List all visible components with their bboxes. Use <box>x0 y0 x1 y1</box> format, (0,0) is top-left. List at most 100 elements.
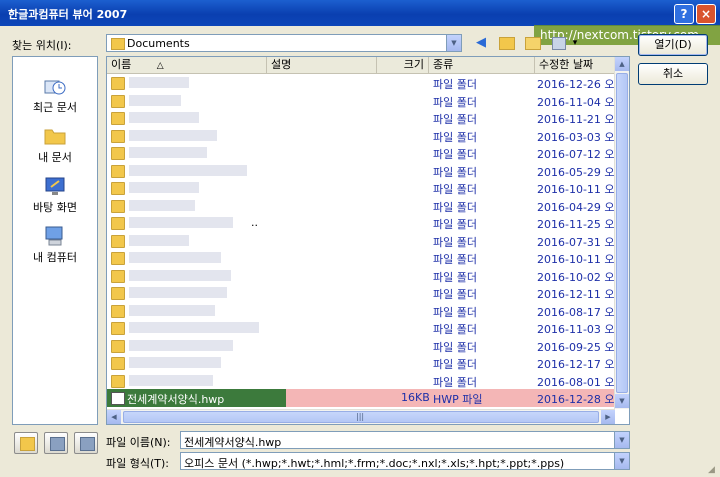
scroll-down-button[interactable]: ▼ <box>615 394 629 408</box>
filetype-value: 오피스 문서 (*.hwp;*.hwt;*.hml;*.frm;*.doc;*.… <box>184 457 565 470</box>
file-name-redacted <box>129 129 217 141</box>
scroll-up-button[interactable]: ▲ <box>615 57 629 71</box>
file-type: 파일 폴더 <box>433 253 477 266</box>
title-bar: 한글과컴퓨터 뷰어 2007 ? × <box>0 0 720 26</box>
file-date: 2016-05-29 오후 <box>537 165 625 179</box>
folder-icon <box>111 322 125 335</box>
back-arrow-icon[interactable]: ◀ <box>472 34 490 52</box>
column-size[interactable]: 크기 <box>377 57 429 73</box>
scroll-right-button[interactable]: ▶ <box>601 410 615 424</box>
my-computer-icon <box>43 225 67 247</box>
file-row[interactable]: .. 파일 폴더 2016-11-25 오후 <box>107 214 625 232</box>
file-date: 2016-09-25 오후 <box>537 340 625 354</box>
file-name-redacted <box>129 357 221 368</box>
file-type: 파일 폴더 <box>433 130 477 144</box>
filetype-select[interactable]: 오피스 문서 (*.hwp;*.hwt;*.hml;*.frm;*.doc;*.… <box>180 452 630 470</box>
file-list[interactable]: 이름 △ 설명 크기 종류 수정한 날짜 파일 폴더 2016-12-26 오후 파… <box>106 56 630 425</box>
file-row[interactable]: 파일 폴더 2016-10-11 오후 <box>107 249 625 267</box>
file-type: 파일 폴더 <box>433 95 477 109</box>
file-name-redacted <box>129 182 199 193</box>
folder-icon <box>111 199 125 213</box>
folder-icon <box>111 269 125 283</box>
up-folder-icon[interactable] <box>498 34 516 52</box>
folder-icon <box>111 182 125 195</box>
folder-icon <box>111 374 125 388</box>
open-button[interactable]: 열기(D) <box>638 34 708 56</box>
place-recent-documents[interactable]: 최근 문서 <box>13 75 97 115</box>
remove-place-button[interactable] <box>74 432 98 454</box>
recent-documents-icon <box>43 75 67 97</box>
file-row[interactable]: 파일 폴더 2016-04-29 오후 <box>107 197 625 215</box>
desktop-icon <box>43 175 67 197</box>
location-combo[interactable]: Documents ▼ <box>106 34 462 52</box>
file-row[interactable]: 파일 폴더 2016-10-11 오후 <box>107 179 625 197</box>
folder-icon <box>111 234 125 248</box>
column-modified-date[interactable]: 수정한 날짜 <box>535 57 615 73</box>
file-row[interactable]: 파일 폴더 2016-11-04 오후 <box>107 92 625 110</box>
file-row[interactable]: 파일 폴더 2016-03-03 오전 <box>107 127 625 145</box>
file-name-redacted <box>129 252 221 263</box>
add-place-button[interactable] <box>14 432 38 454</box>
new-folder-icon[interactable] <box>524 34 542 52</box>
file-row[interactable]: 파일 폴더 2016-11-21 오후 <box>107 109 625 127</box>
scroll-grip-icon: ||| <box>356 412 365 421</box>
folder-icon <box>111 112 125 125</box>
file-date: 2016-11-25 오후 <box>537 218 625 231</box>
column-type[interactable]: 종류 <box>429 57 535 73</box>
file-name: 전세계약서양식.hwp <box>127 393 225 406</box>
file-name-redacted <box>129 217 233 228</box>
file-row[interactable]: 파일 폴더 2016-08-17 오전 <box>107 302 625 320</box>
location-dropdown-arrow[interactable]: ▼ <box>446 35 461 51</box>
filename-dropdown-arrow[interactable]: ▼ <box>614 432 629 448</box>
hwp-file-icon <box>111 392 125 405</box>
vertical-scroll-thumb[interactable] <box>616 73 628 393</box>
file-row[interactable]: 파일 폴더 2016-12-26 오후 <box>107 74 625 92</box>
folder-icon <box>111 147 125 160</box>
filename-value: 전세계약서양식.hwp <box>184 436 282 449</box>
view-menu-arrow[interactable]: ▾ <box>566 34 584 52</box>
file-date: 2016-10-11 오후 <box>537 183 625 196</box>
file-row-selected[interactable]: 전세계약서양식.hwp 16KB HWP 파일 2016-12-28 오후 <box>107 389 625 407</box>
column-name[interactable]: 이름 △ <box>107 57 267 73</box>
file-type: 파일 폴더 <box>433 148 477 161</box>
resize-grip-icon[interactable]: ◢ <box>708 465 718 475</box>
folder-icon <box>111 94 125 108</box>
vertical-scrollbar[interactable]: ▲ ▼ <box>614 57 629 409</box>
place-my-documents[interactable]: 내 문서 <box>13 125 97 165</box>
place-my-computer[interactable]: 내 컴퓨터 <box>13 225 97 265</box>
file-name-redacted <box>129 374 213 386</box>
help-button[interactable]: ? <box>674 4 694 24</box>
file-type: 파일 폴더 <box>433 113 477 126</box>
file-row[interactable]: 파일 폴더 2016-10-02 오후 <box>107 267 625 285</box>
file-row[interactable]: 파일 폴더 2016-11-03 오후 <box>107 319 625 337</box>
filename-input[interactable]: 전세계약서양식.hwp ▼ <box>180 431 630 449</box>
scroll-left-button[interactable]: ◀ <box>107 410 121 424</box>
file-name-redacted <box>129 234 189 246</box>
file-row[interactable]: 파일 폴더 2016-12-17 오후 <box>107 354 625 372</box>
file-name-redacted <box>129 77 189 88</box>
column-description[interactable]: 설명 <box>267 57 377 73</box>
file-name-redacted <box>129 164 247 176</box>
file-name-redacted <box>129 199 195 211</box>
folder-icon <box>111 339 125 353</box>
file-name-redacted <box>129 94 181 106</box>
file-row[interactable]: 파일 폴더 2016-05-29 오후 <box>107 162 625 180</box>
move-place-button[interactable] <box>44 432 68 454</box>
cancel-button[interactable]: 취소 <box>638 63 708 85</box>
close-button[interactable]: × <box>696 4 716 24</box>
file-row[interactable]: 파일 폴더 2016-07-12 오전 <box>107 144 625 162</box>
horizontal-scrollbar[interactable]: ◀ ||| ▶ <box>107 409 615 424</box>
place-label: 최근 문서 <box>33 101 77 114</box>
file-size: 16KB <box>401 391 430 404</box>
file-row[interactable]: 파일 폴더 2016-08-01 오전 <box>107 372 625 390</box>
file-date: 2016-11-04 오후 <box>537 95 625 109</box>
filetype-dropdown-arrow[interactable]: ▼ <box>614 453 629 469</box>
file-row[interactable]: 파일 폴더 2016-12-11 오후 <box>107 284 625 302</box>
file-row[interactable]: 파일 폴더 2016-09-25 오후 <box>107 337 625 355</box>
horizontal-scroll-thumb[interactable]: ||| <box>123 411 599 423</box>
remove-icon <box>80 437 95 451</box>
place-desktop[interactable]: 바탕 화면 <box>13 175 97 215</box>
file-row[interactable]: 파일 폴더 2016-07-31 오후 <box>107 232 625 250</box>
file-date: 2016-12-17 오후 <box>537 358 625 371</box>
file-date: 2016-11-03 오후 <box>537 323 625 336</box>
